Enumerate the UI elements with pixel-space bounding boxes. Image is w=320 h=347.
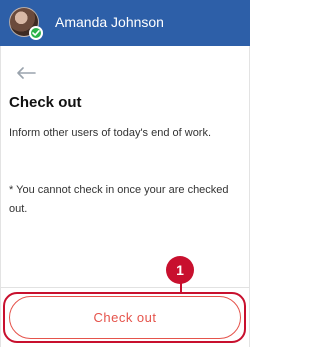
description-text: Inform other users of today's end of wor… xyxy=(9,127,212,139)
arrow-left-icon xyxy=(17,67,36,79)
page-title: Check out xyxy=(9,94,82,111)
avatar[interactable] xyxy=(9,7,43,40)
app-header: Amanda Johnson xyxy=(0,0,250,46)
divider xyxy=(0,287,250,288)
online-status-check-icon xyxy=(29,26,43,40)
back-button[interactable] xyxy=(16,66,38,80)
annotation-step-marker: 1 xyxy=(166,256,194,284)
check-out-button[interactable]: Check out xyxy=(9,296,241,339)
user-name: Amanda Johnson xyxy=(55,14,164,30)
warning-note: * You cannot check in once your are chec… xyxy=(9,184,229,215)
